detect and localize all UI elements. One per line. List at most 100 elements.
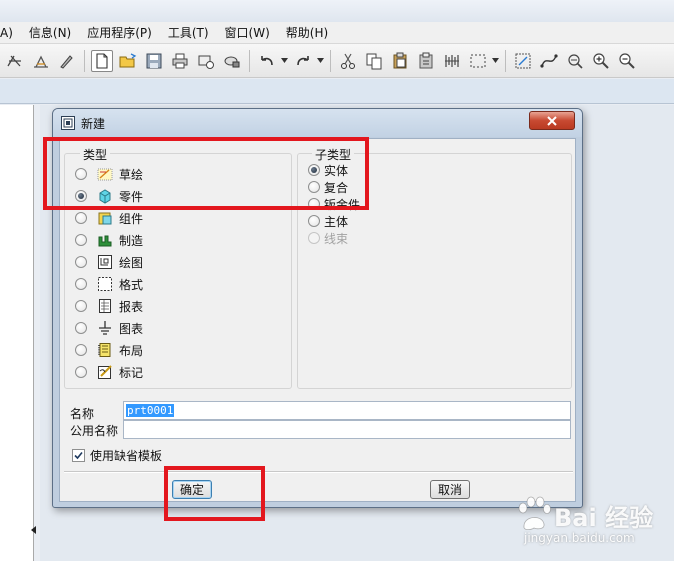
paw-logo-icon xyxy=(518,496,551,531)
subtype-option-label: 线束 xyxy=(324,231,349,246)
menu-item-help[interactable]: 帮助(H) xyxy=(278,24,336,41)
type-option-format[interactable]: 格式 xyxy=(75,274,143,294)
open-folder-icon[interactable] xyxy=(117,50,139,72)
radio-button[interactable] xyxy=(75,322,87,334)
type-option-label: 报表 xyxy=(119,299,144,314)
toolbar-separator xyxy=(84,49,85,72)
select-box-icon[interactable] xyxy=(467,50,489,72)
dialog-titlebar[interactable]: 新建 xyxy=(53,109,582,137)
manufacturing-icon xyxy=(98,235,112,247)
undo-dropdown-icon[interactable] xyxy=(280,50,288,72)
radio-button-disabled xyxy=(308,232,320,244)
radio-button[interactable] xyxy=(75,278,87,290)
dialog-window-icon xyxy=(61,116,75,130)
zoom-out-icon[interactable] xyxy=(616,50,638,72)
type-option-manufacturing[interactable]: 制造 xyxy=(75,230,143,250)
save-icon[interactable] xyxy=(143,50,165,72)
lock-icon[interactable] xyxy=(221,50,243,72)
common-name-label: 公用名称 xyxy=(70,424,119,438)
dialog-title: 新建 xyxy=(81,117,106,131)
menu-item-applications[interactable]: 应用程序(P) xyxy=(79,24,160,41)
undo-icon[interactable] xyxy=(256,50,278,72)
subtype-option-label: 主体 xyxy=(324,214,349,229)
type-option-label: 图表 xyxy=(119,321,144,336)
layout-icon xyxy=(98,343,111,357)
name-input-value: prt0001 xyxy=(126,404,175,417)
assembly-icon xyxy=(98,212,112,225)
view-manager-icon[interactable] xyxy=(564,50,586,72)
type-option-label: 制造 xyxy=(119,233,144,248)
name-input[interactable]: prt0001 xyxy=(123,401,571,420)
model-tree-panel xyxy=(0,105,34,561)
radio-button[interactable] xyxy=(75,344,87,356)
type-option-layout[interactable]: 布局 xyxy=(75,340,143,360)
send-mail-icon[interactable] xyxy=(195,50,217,72)
sketch-dimension-icon[interactable] xyxy=(30,50,52,72)
pen-icon[interactable] xyxy=(56,50,78,72)
close-button[interactable] xyxy=(529,111,575,130)
type-option-diagram[interactable]: 图表 xyxy=(75,318,143,338)
baidu-jingyan-watermark: Bai 经验 jingyan.baidu.com xyxy=(514,484,674,554)
use-default-template-row[interactable]: 使用缺省模板 xyxy=(72,447,162,464)
radio-button[interactable] xyxy=(75,256,87,268)
type-option-label: 组件 xyxy=(119,211,144,226)
type-option-label: 标记 xyxy=(119,365,144,380)
menu-item-info[interactable]: 信息(N) xyxy=(21,24,79,41)
cancel-button[interactable]: 取消 xyxy=(430,480,470,499)
cut-icon[interactable] xyxy=(337,50,359,72)
highlight-box-type-subtype xyxy=(43,137,369,210)
copy-icon[interactable] xyxy=(363,50,385,72)
close-icon xyxy=(547,115,557,126)
type-option-label: 格式 xyxy=(119,277,144,292)
common-name-input[interactable] xyxy=(123,420,571,439)
select-dropdown-icon[interactable] xyxy=(491,50,499,72)
dialog-divider xyxy=(64,471,573,473)
collapse-arrow-icon[interactable] xyxy=(30,510,38,550)
use-default-template-checkbox[interactable] xyxy=(72,449,85,462)
type-option-markup[interactable]: 标记 xyxy=(75,362,143,382)
format-icon xyxy=(98,277,112,291)
watermark-url: jingyan.baidu.com xyxy=(524,531,635,545)
paste-icon[interactable] xyxy=(389,50,411,72)
subtype-option-harness: 线束 xyxy=(308,228,348,248)
radio-button[interactable] xyxy=(75,300,87,312)
redo-icon[interactable] xyxy=(292,50,314,72)
print-icon[interactable] xyxy=(169,50,191,72)
type-option-label: 布局 xyxy=(119,343,144,358)
type-option-drawing[interactable]: 绘图 xyxy=(75,252,143,272)
diagram-icon xyxy=(99,321,111,335)
highlight-box-ok-button xyxy=(164,466,265,521)
drawing-icon xyxy=(98,255,112,269)
use-default-template-label: 使用缺省模板 xyxy=(90,449,163,463)
markup-icon xyxy=(98,365,112,379)
secondary-bar xyxy=(0,79,674,104)
radio-button[interactable] xyxy=(308,215,320,227)
radio-button[interactable] xyxy=(75,212,87,224)
type-option-assembly[interactable]: 组件 xyxy=(75,208,143,228)
toolbar-separator xyxy=(249,49,250,72)
watermark-brand: Bai 经验 xyxy=(554,504,654,532)
radio-button[interactable] xyxy=(75,234,87,246)
regenerate-icon[interactable] xyxy=(441,50,463,72)
window-title-strip xyxy=(0,0,674,22)
menu-item-partial[interactable]: A) xyxy=(0,26,21,40)
report-icon xyxy=(99,299,111,313)
spline-icon[interactable] xyxy=(4,50,26,72)
menu-item-tools[interactable]: 工具(T) xyxy=(160,24,217,41)
type-option-label: 绘图 xyxy=(119,255,144,270)
menu-bar: A) 信息(N) 应用程序(P) 工具(T) 窗口(W) 帮助(H) xyxy=(0,22,674,44)
name-label: 名称 xyxy=(70,407,95,421)
checkmark-icon xyxy=(74,451,83,460)
new-file-icon[interactable] xyxy=(91,49,113,72)
zoom-in-icon[interactable] xyxy=(590,50,612,72)
main-toolbar xyxy=(0,44,674,78)
datum-curve-icon[interactable] xyxy=(538,50,560,72)
paste-special-icon[interactable] xyxy=(415,50,437,72)
redo-dropdown-icon[interactable] xyxy=(316,50,324,72)
menu-item-window[interactable]: 窗口(W) xyxy=(217,24,278,41)
refit-icon[interactable] xyxy=(512,50,534,72)
toolbar-separator xyxy=(505,49,506,72)
type-option-report[interactable]: 报表 xyxy=(75,296,143,316)
toolbar-separator xyxy=(330,49,331,72)
radio-button[interactable] xyxy=(75,366,87,378)
